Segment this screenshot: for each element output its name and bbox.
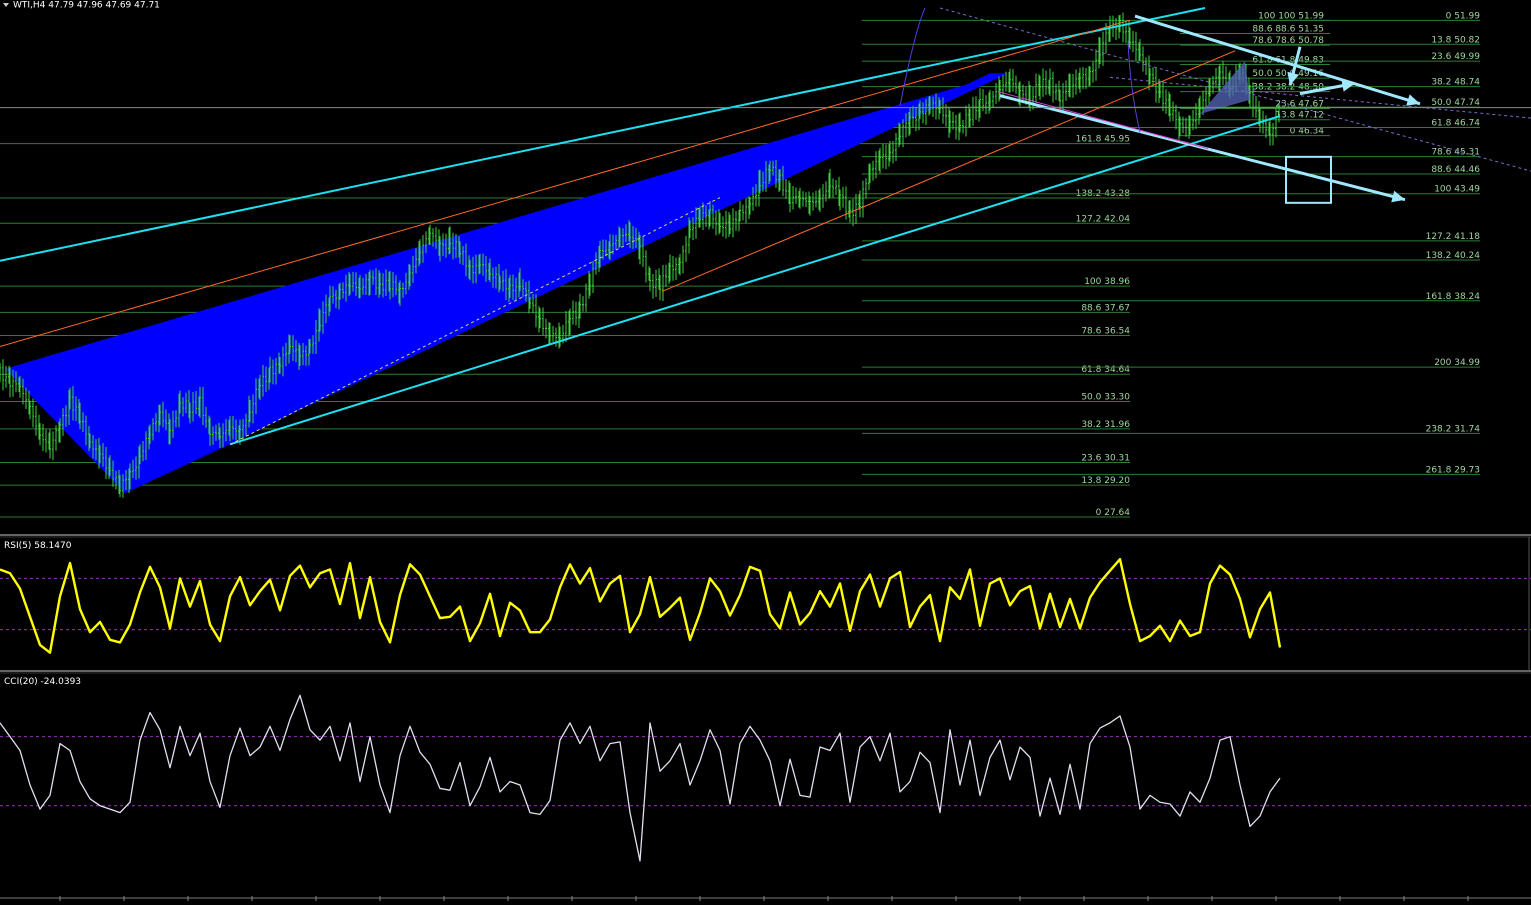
- fib_right-label: 100 43.49: [1434, 185, 1480, 195]
- fib_right-label: 0 51.99: [1446, 11, 1481, 21]
- fib_right-label: 200 34.99: [1434, 358, 1480, 368]
- fib_right-label: 61.8 46.74: [1431, 118, 1480, 128]
- cci-title: CCI(20) -24.0393: [4, 677, 81, 687]
- fib_right-label: 161.8 38.24: [1426, 292, 1481, 302]
- fib_left-label: 0 27.64: [1096, 508, 1131, 518]
- fib_right-label: 23.6 49.99: [1431, 52, 1480, 62]
- fib_mid-label: 0 46.34: [1290, 127, 1325, 137]
- symbol-info: WTI,H4 47.79 47.96 47.69 47.71: [13, 1, 160, 11]
- fib_right-label: 238.2 31.74: [1426, 424, 1481, 434]
- fib_right-label: 50.0 47.74: [1431, 98, 1480, 108]
- fib_left-label: 161.8 45.95: [1076, 135, 1130, 145]
- fib_right-label: 88.6 44.46: [1431, 165, 1480, 175]
- fib_left-label: 88.6 37.67: [1081, 303, 1130, 313]
- fib_left-label: 127.2 42.04: [1076, 214, 1131, 224]
- fib_right-label: 13.8 50.82: [1431, 35, 1480, 45]
- chart-canvas: WTI,H4 47.79 47.96 47.69 47.71 161.8 45.…: [0, 0, 1531, 901]
- rsi-title: RSI(5) 58.1470: [4, 541, 72, 551]
- fib_right-label: 38.2 48.74: [1431, 78, 1480, 88]
- fib_left-label: 23.6 30.31: [1081, 454, 1130, 464]
- fib_left-label: 100 38.96: [1084, 277, 1130, 287]
- fib_left-label: 78.6 36.54: [1081, 326, 1130, 336]
- trading-chart: WTI,H4 47.79 47.96 47.69 47.71 161.8 45.…: [0, 0, 1531, 901]
- fib_right-label: 127.2 41.18: [1426, 232, 1481, 242]
- fib_mid-label: 88.6 88.6 51.35: [1252, 24, 1324, 34]
- fib_right-label: 78.6 45.31: [1431, 148, 1480, 158]
- fib_left-label: 13.8 29.20: [1081, 476, 1130, 486]
- fib_left-label: 50.0 33.30: [1081, 393, 1130, 403]
- fib_right-label: 261.8 29.73: [1426, 465, 1480, 475]
- fib_right-label: 138.2 40.24: [1426, 251, 1481, 261]
- fib_left-label: 38.2 31.96: [1081, 420, 1130, 430]
